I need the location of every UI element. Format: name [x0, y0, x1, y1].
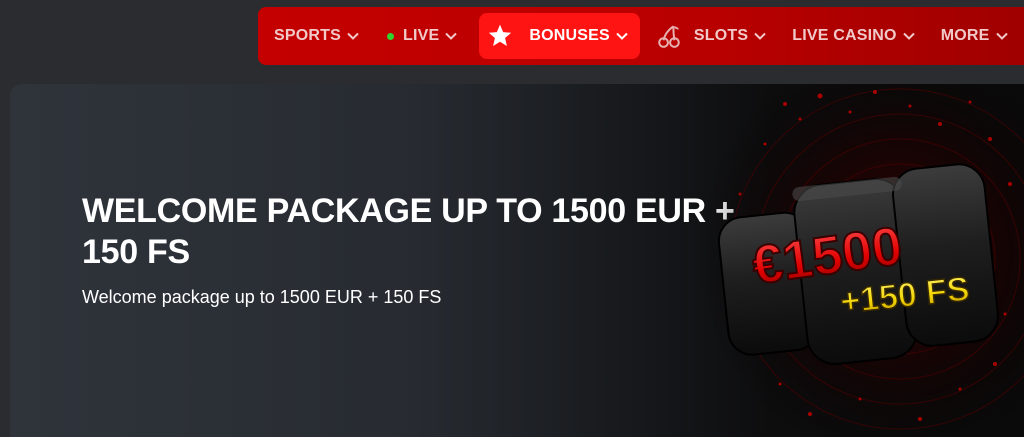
nav-item-sports[interactable]: SPORTS: [274, 13, 361, 59]
cherry-icon: [656, 23, 682, 49]
nav-item-label: LIVE: [403, 27, 440, 44]
nav-item-label: SPORTS: [274, 27, 341, 44]
nav-item-label: SLOTS: [693, 27, 749, 44]
live-dot-icon: [387, 32, 394, 40]
top-bar: SPORTS LIVE BONUSES SLOTS LIVE CASINO MO…: [0, 0, 1024, 72]
banner-subtitle: Welcome package up to 1500 EUR + 150 FS: [82, 287, 442, 307]
nav-item-label: LIVE CASINO: [792, 27, 897, 44]
star-icon: [487, 23, 513, 49]
welcome-banner[interactable]: WELCOME PACKAGE UP TO 1500 EUR + 150 FS …: [10, 84, 1024, 437]
chevron-down-icon: [752, 28, 768, 44]
chevron-down-icon: [443, 28, 459, 44]
chevron-down-icon: [994, 28, 1010, 44]
chevron-down-icon: [614, 28, 630, 44]
nav-item-live[interactable]: LIVE: [387, 13, 459, 59]
nav-item-label: BONUSES: [529, 27, 610, 44]
bonus-art-image: €1500 +150 FS: [690, 84, 1024, 437]
main-nav: SPORTS LIVE BONUSES SLOTS LIVE CASINO MO…: [258, 7, 1024, 65]
banner-title: WELCOME PACKAGE UP TO 1500 EUR + 150 FS: [82, 192, 735, 271]
nav-item-bonuses[interactable]: BONUSES: [479, 13, 640, 59]
nav-item-slots[interactable]: SLOTS: [656, 13, 768, 59]
nav-item-live-casino[interactable]: LIVE CASINO: [792, 13, 916, 59]
nav-item-label: MORE: [940, 27, 990, 44]
chevron-down-icon: [345, 28, 361, 44]
chevron-down-icon: [901, 28, 917, 44]
nav-item-more[interactable]: MORE: [941, 13, 1010, 59]
